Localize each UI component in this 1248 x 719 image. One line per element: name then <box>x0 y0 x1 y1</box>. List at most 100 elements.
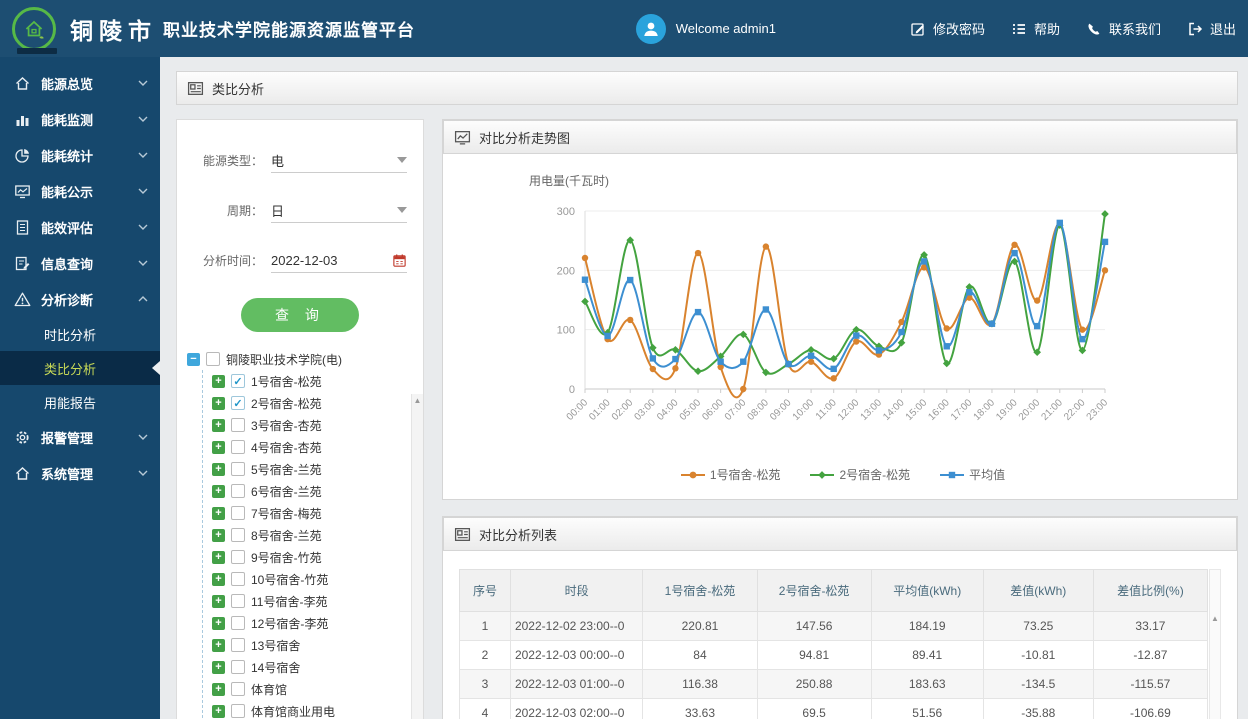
expand-icon[interactable]: + <box>212 418 225 432</box>
expand-icon[interactable]: + <box>212 704 225 718</box>
calendar-icon[interactable] <box>392 253 407 268</box>
checkbox[interactable] <box>231 594 245 608</box>
sidebar-item-1[interactable]: 能耗监测 <box>0 101 160 137</box>
table-cell: 2022-12-03 00:00--0 <box>509 640 644 670</box>
checkbox[interactable] <box>231 440 245 454</box>
legend-item[interactable]: 平均值 <box>940 466 1005 483</box>
checkbox[interactable] <box>231 506 245 520</box>
header-action-phone[interactable]: 联系我们 <box>1086 19 1161 38</box>
sidebar-subitem-6-1[interactable]: 类比分析 <box>0 351 160 385</box>
expand-icon[interactable]: + <box>212 572 225 586</box>
brand-city: 铜陵市 <box>70 17 157 44</box>
sidebar-item-0[interactable]: 能源总览 <box>0 65 160 101</box>
checkbox[interactable] <box>231 484 245 498</box>
tree-item-label[interactable]: 5号宿舍-兰苑 <box>251 461 322 478</box>
scroll-up-icon[interactable]: ▲ <box>1210 570 1220 623</box>
checkbox[interactable] <box>231 528 245 542</box>
expand-icon[interactable]: + <box>212 638 225 652</box>
legend-item[interactable]: 2号宿舍-松苑 <box>810 466 910 483</box>
header-action-logout[interactable]: 退出 <box>1187 19 1236 38</box>
tree-item-label[interactable]: 14号宿舍 <box>251 659 300 676</box>
chevron-down-icon <box>138 434 148 440</box>
expand-icon[interactable]: + <box>212 660 225 674</box>
tree-item-label[interactable]: 1号宿舍-松苑 <box>251 373 322 390</box>
sidebar-item-6[interactable]: 分析诊断 <box>0 281 160 317</box>
checkbox[interactable] <box>231 462 245 476</box>
tree-item-label[interactable]: 8号宿舍-兰苑 <box>251 527 322 544</box>
table-column-header: 2号宿舍-松苑 <box>756 569 872 612</box>
tree-item-label[interactable]: 4号宿舍-杏苑 <box>251 439 322 456</box>
checkbox[interactable] <box>231 638 245 652</box>
filter-panel: 能源类型： 电 周期： 日 分析时间： 2022-12-03 查 询 − 铜陵职… <box>176 119 424 719</box>
sidebar-subitem-6-2[interactable]: 用能报告 <box>0 385 160 419</box>
comparison-table-panel: 对比分析列表 序号 时段 1号宿舍-松苑 2号宿舍-松苑 平均值(kWh) 差值(kWh)… <box>442 516 1238 719</box>
tree-item-label[interactable]: 7号宿舍-梅苑 <box>251 505 322 522</box>
tree-item-label[interactable]: 10号宿舍-竹苑 <box>251 571 328 588</box>
table-cell: 73.25 <box>982 611 1094 641</box>
expand-icon[interactable]: + <box>212 462 225 476</box>
sidebar-subitem-6-0[interactable]: 时比分析 <box>0 317 160 351</box>
table-header-row: 序号 时段 1号宿舍-松苑 2号宿舍-松苑 平均值(kWh) 差值(kWh) 差值比例(%) <box>459 569 1209 612</box>
energy-type-select[interactable]: 电 <box>271 148 407 173</box>
checkbox[interactable] <box>231 572 245 586</box>
checkbox[interactable] <box>206 352 220 366</box>
expand-icon[interactable]: + <box>212 440 225 454</box>
table-cell: 94.81 <box>756 640 872 670</box>
tree-item: +3号宿舍-杏苑 <box>212 414 417 436</box>
svg-text:02:00: 02:00 <box>610 397 636 423</box>
tree-item-label[interactable]: 6号宿舍-兰苑 <box>251 483 322 500</box>
checkbox[interactable] <box>231 704 245 718</box>
brand-platform-name: 职业技术学院能源资源监管平台 <box>163 21 415 40</box>
checkbox[interactable]: ✓ <box>231 374 245 388</box>
checkbox[interactable] <box>231 550 245 564</box>
expand-icon[interactable]: + <box>212 528 225 542</box>
query-button[interactable]: 查 询 <box>241 298 359 332</box>
sidebar-item-8[interactable]: 系统管理 <box>0 455 160 491</box>
expand-icon[interactable]: + <box>212 374 225 388</box>
sidebar-item-5[interactable]: 信息查询 <box>0 245 160 281</box>
analysis-date-input[interactable]: 2022-12-03 <box>271 248 407 273</box>
expand-icon[interactable]: + <box>212 682 225 696</box>
tree-item-label[interactable]: 2号宿舍-松苑 <box>251 395 322 412</box>
table-cell: -10.81 <box>982 640 1094 670</box>
table-column-header: 差值(kWh) <box>982 569 1094 612</box>
expand-icon[interactable]: + <box>212 506 225 520</box>
chart-y-axis-title: 用电量(千瓦时) <box>529 174 609 188</box>
expand-icon[interactable]: + <box>212 594 225 608</box>
warning-triangle-icon <box>14 291 31 308</box>
sidebar-item-3[interactable]: 能耗公示 <box>0 173 160 209</box>
expand-icon[interactable]: + <box>212 550 225 564</box>
scroll-up-icon[interactable]: ▲ <box>412 394 423 405</box>
checkbox[interactable]: ✓ <box>231 396 245 410</box>
tree-item-label[interactable]: 13号宿舍 <box>251 637 300 654</box>
tree-item-label[interactable]: 11号宿舍-李苑 <box>251 593 327 610</box>
header-action-label: 联系我们 <box>1108 22 1161 37</box>
user-avatar[interactable] <box>635 13 666 44</box>
tree-item: +11号宿舍-李苑 <box>212 590 417 612</box>
bar-chart-icon <box>14 111 31 128</box>
sidebar-item-2[interactable]: 能耗统计 <box>0 137 160 173</box>
checkbox[interactable] <box>231 418 245 432</box>
checkbox[interactable] <box>231 616 245 630</box>
tree-item-label[interactable]: 体育馆 <box>251 681 287 698</box>
header-action-help-list[interactable]: 帮助 <box>1011 19 1060 38</box>
tree-item-label[interactable]: 3号宿舍-杏苑 <box>251 417 322 434</box>
period-select[interactable]: 日 <box>271 198 407 223</box>
tree-item-label[interactable]: 体育馆商业用电 <box>251 703 335 719</box>
collapse-icon[interactable]: − <box>187 352 200 366</box>
tree-item-label[interactable]: 12号宿舍-李苑 <box>251 615 328 632</box>
expand-icon[interactable]: + <box>212 484 225 498</box>
tree-item-label[interactable]: 9号宿舍-竹苑 <box>251 549 322 566</box>
checkbox[interactable] <box>231 660 245 674</box>
sidebar-item-7[interactable]: 报警管理 <box>0 419 160 455</box>
period-label: 周期： <box>226 204 263 218</box>
expand-icon[interactable]: + <box>212 616 225 630</box>
tree-scrollbar[interactable]: ▲ <box>411 394 423 719</box>
sidebar-item-4[interactable]: 能效评估 <box>0 209 160 245</box>
legend-item[interactable]: 1号宿舍-松苑 <box>680 466 780 483</box>
expand-icon[interactable]: + <box>212 396 225 410</box>
table-scrollbar[interactable]: ▲ <box>1209 569 1221 719</box>
header-action-edit[interactable]: 修改密码 <box>910 19 985 38</box>
tree-item-label[interactable]: 铜陵职业技术学院(电) <box>226 351 342 368</box>
checkbox[interactable] <box>231 682 245 696</box>
